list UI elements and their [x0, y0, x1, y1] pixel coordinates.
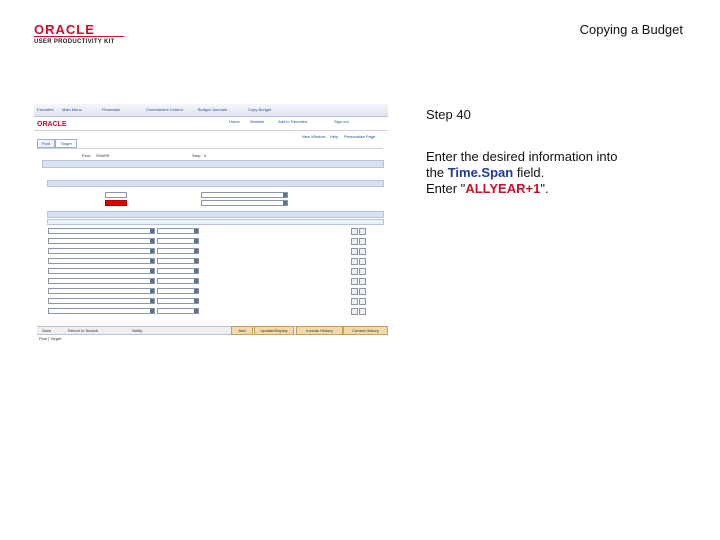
chartfield-dropdown[interactable] [48, 258, 155, 264]
oracle-upk-logo: ORACLE USER PRODUCTIVITY KIT [34, 22, 126, 48]
logo-product: USER PRODUCTIVITY KIT [34, 39, 115, 45]
nav-item[interactable]: Main Menu [62, 107, 82, 112]
chartfield-dropdown[interactable] [48, 288, 155, 294]
delete-row-button[interactable] [359, 268, 366, 275]
add-button[interactable]: Add [231, 326, 253, 335]
instruction-text-fragment: ". [540, 181, 549, 196]
chartfield-column-header [47, 219, 384, 225]
instruction-line-3: Enter "ALLYEAR+1". [426, 181, 686, 197]
tab-target[interactable]: Target [55, 139, 77, 148]
instruction-text-fragment: Enter " [426, 181, 466, 196]
page-link[interactable]: New Window [302, 134, 325, 139]
chartfield-dropdown[interactable] [48, 238, 155, 244]
step-value: 0 [204, 153, 207, 158]
util-link[interactable]: Add to Favorites [278, 119, 307, 124]
add-row-button[interactable] [351, 308, 358, 315]
chartfield-dropdown[interactable] [48, 278, 155, 284]
divider [37, 148, 383, 149]
delete-row-button[interactable] [359, 308, 366, 315]
field-name: Time.Span [447, 165, 514, 180]
value-dropdown[interactable] [157, 258, 199, 264]
delete-row-button[interactable] [359, 258, 366, 265]
delete-row-button[interactable] [359, 248, 366, 255]
step-title: Step 40 [426, 107, 471, 122]
value-dropdown[interactable] [157, 308, 199, 314]
delete-row-button[interactable] [359, 288, 366, 295]
save-link[interactable]: Save [42, 328, 51, 333]
value-dropdown[interactable] [157, 268, 199, 274]
add-row-button[interactable] [351, 238, 358, 245]
update-display-button[interactable]: Update/Display [254, 326, 294, 335]
section-header-source [42, 160, 384, 168]
footer-link[interactable]: Pool | Target [39, 336, 61, 341]
nav-item[interactable]: Favorites [37, 107, 53, 112]
value-dropdown[interactable] [157, 288, 199, 294]
add-row-button[interactable] [351, 298, 358, 305]
nav-item[interactable]: Budget Journals [198, 107, 227, 112]
screenshot-oracle-logo: ORACLE [37, 121, 67, 128]
logo-brand: ORACLE [34, 22, 95, 37]
add-row-button[interactable] [351, 288, 358, 295]
correct-history-button[interactable]: Correct History [343, 326, 388, 335]
time-span-field[interactable] [105, 200, 127, 206]
delete-row-button[interactable] [359, 298, 366, 305]
chartfield-dropdown[interactable] [48, 248, 155, 254]
pool-label: Pool: [82, 153, 92, 158]
delete-row-button[interactable] [359, 238, 366, 245]
add-row-button[interactable] [351, 258, 358, 265]
target-template-dropdown[interactable] [201, 200, 288, 206]
document-title: Copying a Budget [579, 22, 683, 37]
divider [34, 130, 388, 131]
section-header-target [47, 180, 384, 187]
instruction-line-2: the Time.Span field. [426, 165, 686, 181]
util-link[interactable]: Home [229, 119, 240, 124]
chartfield-dropdown[interactable] [48, 298, 155, 304]
value-dropdown[interactable] [157, 298, 199, 304]
instruction-text-fragment: field. [513, 165, 545, 180]
util-link[interactable]: Sign out [334, 119, 349, 124]
pool-value: SHARE [96, 153, 110, 158]
instruction-line-1: Enter the desired information into [426, 149, 618, 164]
value-dropdown[interactable] [157, 248, 199, 254]
delete-row-button[interactable] [359, 228, 366, 235]
instruction-text: Enter the desired information into the T… [426, 149, 686, 197]
nav-item[interactable]: Copy Budget [248, 107, 271, 112]
instruction-text-fragment: the [426, 165, 448, 180]
value-dropdown[interactable] [157, 278, 199, 284]
chartfield-dropdown[interactable] [48, 228, 155, 234]
nav-item[interactable]: Financials [102, 107, 120, 112]
value-dropdown[interactable] [157, 238, 199, 244]
value-dropdown[interactable] [157, 228, 199, 234]
add-row-button[interactable] [351, 268, 358, 275]
util-link[interactable]: Worklist [250, 119, 264, 124]
chartfield-grid-header [47, 211, 384, 218]
page-link[interactable]: Personalize Page [344, 134, 375, 139]
application-screenshot: Favorites Main Menu Financials Commitmen… [34, 104, 388, 344]
nav-item[interactable]: Commitment Control [146, 107, 183, 112]
target-ledger-dropdown[interactable] [201, 192, 288, 198]
entry-value: ALLYEAR+1 [465, 181, 541, 196]
page-link[interactable]: Help [330, 134, 338, 139]
return-to-search-link[interactable]: Return to Search [68, 328, 98, 333]
budget-date-field[interactable] [105, 192, 127, 198]
step-label: Step: [192, 153, 202, 158]
logo-rule [34, 36, 124, 37]
tab-pool[interactable]: Pool [37, 139, 55, 148]
chartfield-dropdown[interactable] [48, 268, 155, 274]
chartfield-dropdown[interactable] [48, 308, 155, 314]
add-row-button[interactable] [351, 248, 358, 255]
delete-row-button[interactable] [359, 278, 366, 285]
add-row-button[interactable] [351, 228, 358, 235]
include-history-button[interactable]: Include History [296, 326, 343, 335]
notify-link[interactable]: Notify [132, 328, 142, 333]
add-row-button[interactable] [351, 278, 358, 285]
